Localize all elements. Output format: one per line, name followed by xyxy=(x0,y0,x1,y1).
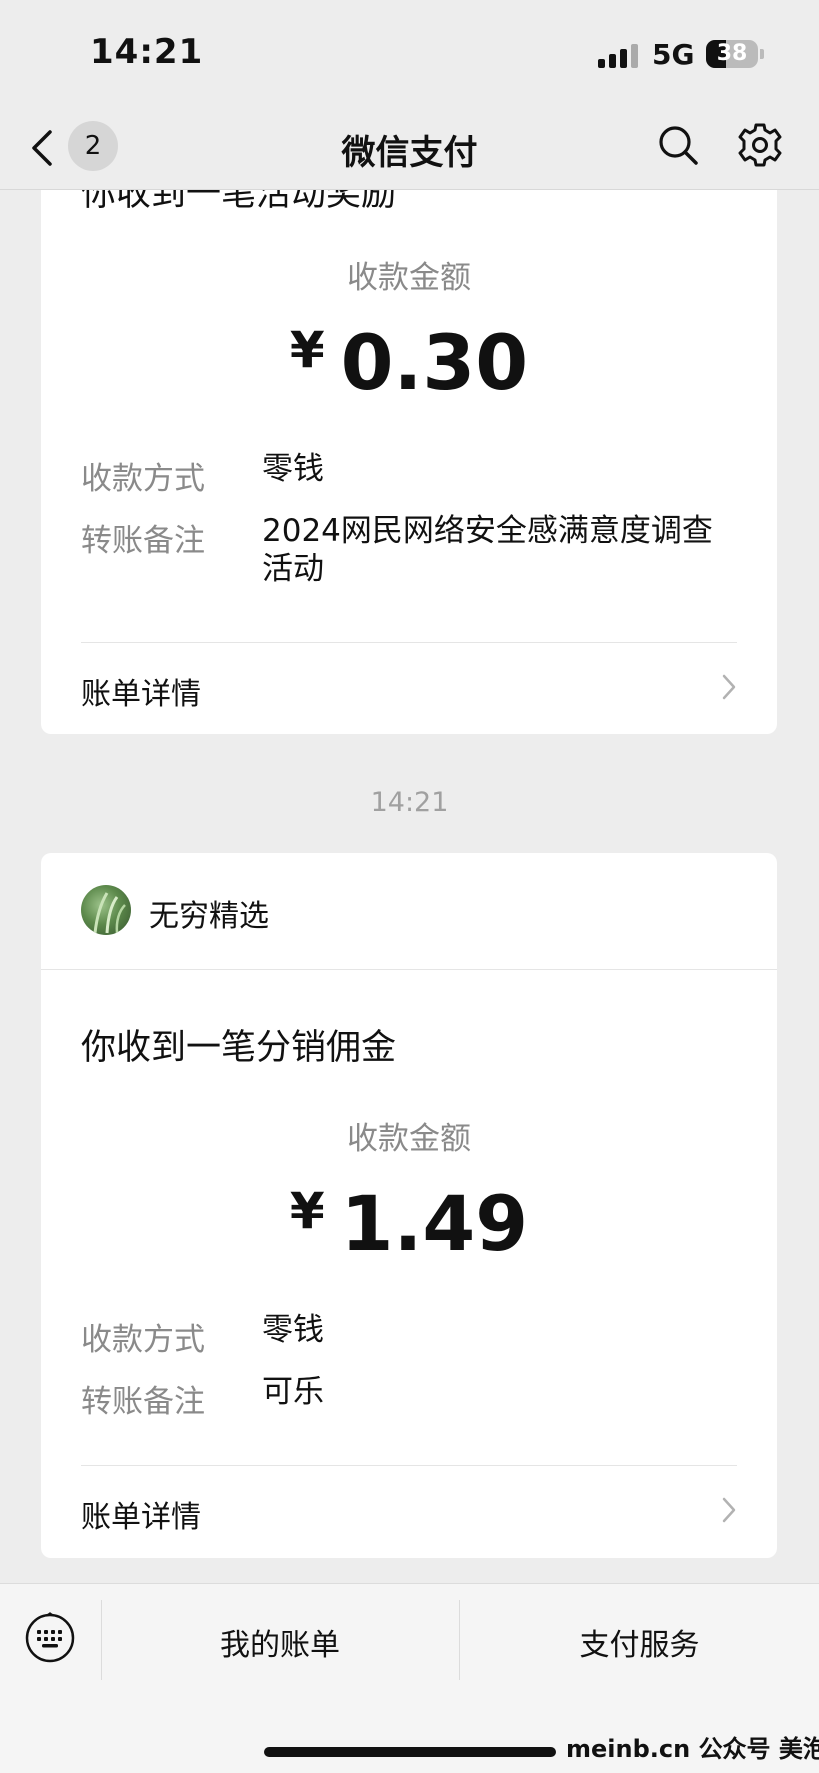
bill-detail-row[interactable]: 账单详情 xyxy=(41,1466,777,1556)
amount-number: 0.30 xyxy=(340,318,529,407)
home-indicator[interactable] xyxy=(264,1747,556,1757)
payment-card-commission: 无穷精选 你收到一笔分销佣金 收款金额 ¥1.49 收款方式 零钱 转账备注 可… xyxy=(41,853,777,1558)
amount-label: 收款金额 xyxy=(347,1121,471,1157)
note-label: 转账备注 xyxy=(81,523,205,559)
network-type: 5G xyxy=(652,38,695,71)
payment-card-activity-reward: 你收到一笔活动奖励 收款金额 ¥0.30 收款方式 零钱 转账备注 2024网民… xyxy=(41,140,777,734)
bill-detail-row[interactable]: 账单详情 xyxy=(41,643,777,733)
payment-services-button[interactable]: 支付服务 xyxy=(460,1620,819,1664)
nav-bar: 2 微信支付 xyxy=(0,105,819,190)
note-value: 可乐 xyxy=(262,1374,324,1410)
message-timestamp: 14:21 xyxy=(370,787,449,818)
battery-icon: 38 xyxy=(706,40,758,68)
amount-value: ¥1.49 xyxy=(41,1179,777,1268)
bill-detail-label: 账单详情 xyxy=(81,1500,201,1535)
method-label: 收款方式 xyxy=(81,461,205,497)
status-bar: 14:21 5G 38 xyxy=(0,0,819,105)
note-label: 转账备注 xyxy=(81,1384,205,1420)
watermark-text: meinb.cn 公众号 美泡君 xyxy=(566,1735,819,1763)
method-value: 零钱 xyxy=(262,1312,324,1348)
unread-count-badge: 2 xyxy=(68,121,118,171)
amount-value: ¥0.30 xyxy=(41,318,777,407)
keyboard-icon[interactable] xyxy=(24,1612,76,1664)
back-button[interactable]: 2 xyxy=(30,119,120,175)
bottom-menu-bar: 我的账单 支付服务 meinb.cn 公众号 美泡君 xyxy=(0,1583,819,1773)
battery-level: 38 xyxy=(716,41,748,66)
currency-symbol: ¥ xyxy=(289,321,325,379)
plant-icon xyxy=(93,892,126,934)
search-icon[interactable] xyxy=(656,123,700,167)
bill-detail-label: 账单详情 xyxy=(81,677,201,712)
method-label: 收款方式 xyxy=(81,1322,205,1358)
amount-label: 收款金额 xyxy=(347,260,471,296)
status-time: 14:21 xyxy=(90,32,204,72)
chevron-left-icon xyxy=(32,130,52,166)
gear-icon[interactable] xyxy=(736,121,784,169)
merchant-name[interactable]: 无穷精选 xyxy=(149,891,269,935)
my-bills-button[interactable]: 我的账单 xyxy=(102,1620,458,1664)
method-value: 零钱 xyxy=(262,451,324,487)
chevron-right-icon xyxy=(722,674,736,700)
signal-icon xyxy=(598,42,640,68)
card-title: 你收到一笔分销佣金 xyxy=(81,1028,397,1068)
merchant-avatar[interactable] xyxy=(81,885,131,935)
note-value: 2024网民网络安全感满意度调查活动 xyxy=(262,513,713,587)
chevron-right-icon xyxy=(722,1497,736,1523)
amount-number: 1.49 xyxy=(340,1179,529,1268)
divider xyxy=(41,969,777,970)
currency-symbol: ¥ xyxy=(289,1182,325,1240)
